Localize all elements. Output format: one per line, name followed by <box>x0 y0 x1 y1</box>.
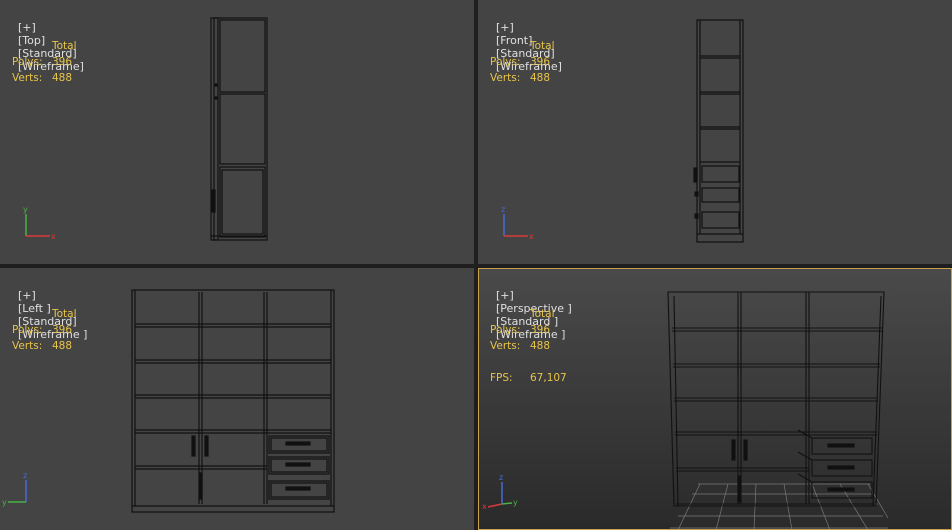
verts-value: 488 <box>52 72 73 84</box>
verts-value: 488 <box>52 340 73 352</box>
axis-gizmo-top: y x <box>23 205 56 241</box>
axis-x-label: x <box>529 232 534 241</box>
axis-y-label: y <box>23 205 28 214</box>
verts-label: Verts: <box>12 340 43 352</box>
stats-total-label: Total <box>52 40 77 52</box>
fps-value: 67,107 <box>530 372 567 384</box>
polys-value: 396 <box>530 324 551 336</box>
axis-z-label: z <box>23 471 27 480</box>
viewport-menu-plus[interactable]: [+] <box>496 21 514 34</box>
axis-gizmo-perspective: z x y <box>482 473 518 510</box>
viewport-menu-plus[interactable]: [+] <box>18 289 36 302</box>
fps-label: FPS: <box>490 372 513 384</box>
polys-label: Polys: <box>490 324 521 336</box>
viewport-perspective[interactable]: [+] [Perspective ] [Standard ] [Wirefram… <box>478 268 952 530</box>
axis-x-label: x <box>482 502 487 510</box>
polys-label: Polys: <box>12 56 43 68</box>
viewport-menu-plus[interactable]: [+] <box>18 21 36 34</box>
stats-total-label: Total <box>530 308 555 320</box>
viewport-left[interactable]: [+] [Left ] [Standard] [Wireframe ] Tota… <box>0 268 474 530</box>
viewport-front[interactable]: [+] [Front] [Standard] [Wireframe] Total… <box>478 0 952 264</box>
axis-x-label: x <box>51 232 56 241</box>
stats-overlay: Total Polys: 396 Verts: 488 <box>12 38 77 86</box>
axis-y-label: y <box>2 498 7 507</box>
stats-overlay: Total Polys: 396 Verts: 488 <box>490 38 555 86</box>
axis-z-label: z <box>499 473 503 482</box>
axis-z-label: z <box>501 205 505 214</box>
stats-total-label: Total <box>52 308 77 320</box>
polys-value: 396 <box>530 56 551 68</box>
axis-gizmo-front: z x <box>501 205 534 241</box>
polys-value: 396 <box>52 324 73 336</box>
stats-overlay: Total Polys: 396 Verts: 488 <box>12 306 77 354</box>
stats-total-label: Total <box>530 40 555 52</box>
polys-value: 396 <box>52 56 73 68</box>
verts-label: Verts: <box>490 340 521 352</box>
axis-gizmo-left: z y <box>2 471 27 507</box>
verts-label: Verts: <box>490 72 521 84</box>
polys-label: Polys: <box>490 56 521 68</box>
polys-label: Polys: <box>12 324 43 336</box>
stats-overlay: Total Polys: 396 Verts: 488 FPS: 67,107 <box>490 306 567 386</box>
verts-value: 488 <box>530 72 551 84</box>
verts-label: Verts: <box>12 72 43 84</box>
axis-y-label: y <box>513 498 518 507</box>
verts-value: 488 <box>530 340 551 352</box>
viewport-menu-plus[interactable]: [+] <box>496 289 514 302</box>
viewport-top[interactable]: [+] [Top] [Standard] [Wireframe] Total P… <box>0 0 474 264</box>
